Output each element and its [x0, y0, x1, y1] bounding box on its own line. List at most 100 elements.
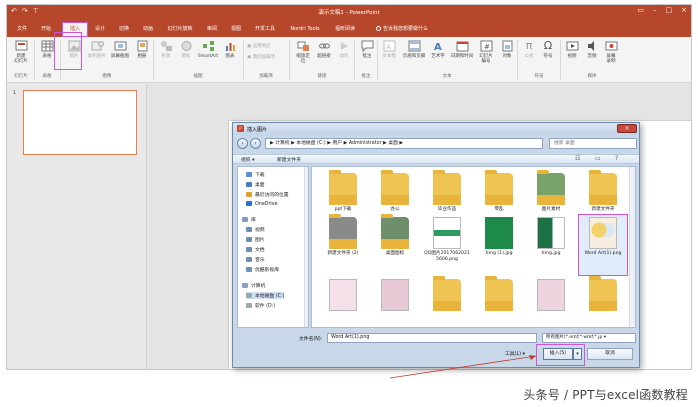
photo-album-button[interactable]: 相册: [133, 40, 151, 59]
file-item[interactable]: [580, 276, 626, 313]
file-item[interactable]: [424, 276, 470, 313]
tab-animations[interactable]: 动画: [139, 23, 157, 37]
close-icon[interactable]: ×: [681, 6, 687, 14]
store-button[interactable]: ▣ 应用商店: [247, 43, 271, 49]
maximize-icon[interactable]: □: [666, 6, 673, 14]
icons-button[interactable]: 图标: [175, 40, 197, 59]
back-arrow-icon[interactable]: ‹: [237, 138, 248, 149]
group-links: 链接: [317, 74, 327, 79]
date-time-button[interactable]: 日期和时间: [448, 40, 476, 59]
action-label: 动作: [339, 54, 349, 59]
shapes-icon: [160, 41, 172, 51]
file-item[interactable]: 办公: [372, 170, 418, 213]
file-type-select[interactable]: 所有图片(*.emf;*.wmf;*.jp ▾: [542, 333, 636, 343]
shapes-button[interactable]: 形状: [155, 40, 177, 59]
wordart-button[interactable]: A 艺术字: [427, 40, 449, 59]
nav-item[interactable]: 桌面: [246, 181, 265, 188]
tell-me-box[interactable]: 告诉我您想要做什么: [376, 25, 428, 32]
nav-item[interactable]: 优酷影视库: [246, 266, 279, 273]
zoom-button[interactable]: 缩放定 位: [292, 40, 314, 64]
comment-button[interactable]: 批注: [356, 40, 378, 59]
file-item[interactable]: 零乱: [476, 170, 522, 213]
screen-recording-button[interactable]: 屏幕 录制: [600, 40, 622, 64]
symbol-button[interactable]: Ω 符号: [537, 40, 559, 60]
nav-item[interactable]: OneDrive: [246, 201, 278, 207]
nav-item[interactable]: 下载: [246, 171, 265, 178]
slide-number-button[interactable]: # 幻灯片 编号: [475, 40, 497, 64]
tab-slideshow[interactable]: 幻灯片放映: [163, 23, 197, 37]
nav-item[interactable]: 软件 (D:): [246, 302, 275, 309]
forward-arrow-icon[interactable]: ›: [250, 138, 261, 149]
organize-button[interactable]: 组织 ▾: [241, 156, 255, 163]
new-folder-button[interactable]: 新建文件夹: [277, 156, 301, 163]
tab-transitions[interactable]: 切换: [115, 23, 133, 37]
help-icon[interactable]: ?: [615, 155, 618, 162]
nav-item-selected[interactable]: 本地磁盘 (C:): [246, 292, 285, 299]
file-item[interactable]: [528, 279, 574, 313]
zoom-label: 缩放定 位: [296, 54, 310, 64]
tab-review[interactable]: 审阅: [203, 23, 221, 37]
file-item[interactable]: timg (1).jpg: [476, 217, 522, 257]
heart-image-icon: [589, 217, 617, 249]
new-slide-button[interactable]: 新建 幻灯片: [10, 40, 32, 64]
file-item[interactable]: [476, 276, 522, 313]
desktop-folder-icon: [246, 182, 252, 187]
file-item[interactable]: ppt下载: [320, 170, 366, 213]
online-pictures-button[interactable]: 联机图片: [87, 40, 107, 59]
file-item-selected[interactable]: Word Art(1).png: [580, 217, 626, 257]
slide-thumbnail[interactable]: [23, 90, 137, 155]
tab-design[interactable]: 设计: [91, 23, 109, 37]
file-item[interactable]: 毕业作品: [424, 170, 470, 213]
tab-developer[interactable]: 开发工具: [251, 23, 279, 37]
file-item[interactable]: QQ图片20170620215606.png: [424, 217, 470, 262]
file-item[interactable]: 图片素材: [528, 170, 574, 213]
nav-item[interactable]: 图片: [246, 236, 265, 243]
nav-item[interactable]: 视频: [246, 226, 265, 233]
address-bar[interactable]: ▶ 计算机 ▶ 本地磁盘 (C:) ▶ 用户 ▶ Administrator ▶…: [265, 138, 543, 149]
dialog-title-bar: P 插入图片 ×: [233, 123, 639, 135]
search-input[interactable]: 搜索 桌面: [549, 138, 637, 149]
action-button[interactable]: 动作: [333, 40, 355, 59]
smartart-button[interactable]: SmartArt: [195, 40, 221, 59]
file-item[interactable]: [372, 279, 418, 313]
nav-item[interactable]: 库: [242, 216, 256, 223]
tab-foxit[interactable]: 福昕阅读: [331, 23, 359, 37]
tab-home[interactable]: 开始: [37, 23, 55, 37]
tab-file[interactable]: 文件: [13, 23, 31, 37]
my-addins-button[interactable]: ▣ 我的加载项: [247, 54, 275, 60]
dialog-close-icon[interactable]: ×: [617, 124, 637, 133]
object-button[interactable]: 对象: [496, 40, 518, 59]
video-button[interactable]: 视频: [561, 40, 583, 59]
image-file-icon: [381, 279, 409, 311]
image-file-icon: [433, 217, 461, 249]
tools-dropdown[interactable]: 工具(L) ▾: [505, 350, 525, 357]
cancel-button[interactable]: 取消: [587, 348, 633, 360]
textbox-button[interactable]: A 文本框: [378, 40, 400, 59]
slide-number: 1: [13, 90, 17, 96]
hyperlink-button[interactable]: 超链接: [313, 40, 335, 59]
header-footer-button[interactable]: 页眉和页脚: [400, 40, 428, 59]
group-slides: 幻灯片: [14, 74, 28, 79]
nav-scrollbar[interactable]: [304, 167, 308, 327]
file-list-scrollbar[interactable]: [629, 167, 635, 327]
nav-item[interactable]: 计算机: [242, 282, 265, 289]
file-item[interactable]: timg.jpg: [528, 217, 574, 257]
file-item[interactable]: 新建文件夹 (2): [320, 214, 366, 257]
nav-item[interactable]: 音乐: [246, 256, 265, 263]
chart-button[interactable]: 图表: [219, 40, 241, 59]
ribbon-display-icon[interactable]: ▭: [637, 6, 644, 14]
watermark: 头条号 / PPT与excel函数教程: [523, 388, 688, 402]
file-item[interactable]: [320, 279, 366, 313]
screenshot-button[interactable]: 屏幕截图: [107, 40, 133, 59]
nav-item[interactable]: 文档: [246, 246, 265, 253]
filename-input[interactable]: Word Art(1).png: [327, 333, 537, 343]
minimize-icon[interactable]: –: [653, 6, 657, 14]
file-item[interactable]: 桌面图标: [372, 214, 418, 257]
folder-icon: [381, 214, 409, 249]
nav-item[interactable]: 最近访问的位置: [246, 191, 289, 198]
preview-pane-icon[interactable]: ▭: [595, 155, 601, 162]
file-item[interactable]: 新建文件夹: [580, 170, 626, 213]
view-options-icon[interactable]: ☷: [575, 155, 580, 162]
tab-nordri-tools[interactable]: Nordri Tools: [285, 23, 325, 37]
tab-view[interactable]: 视图: [227, 23, 245, 37]
